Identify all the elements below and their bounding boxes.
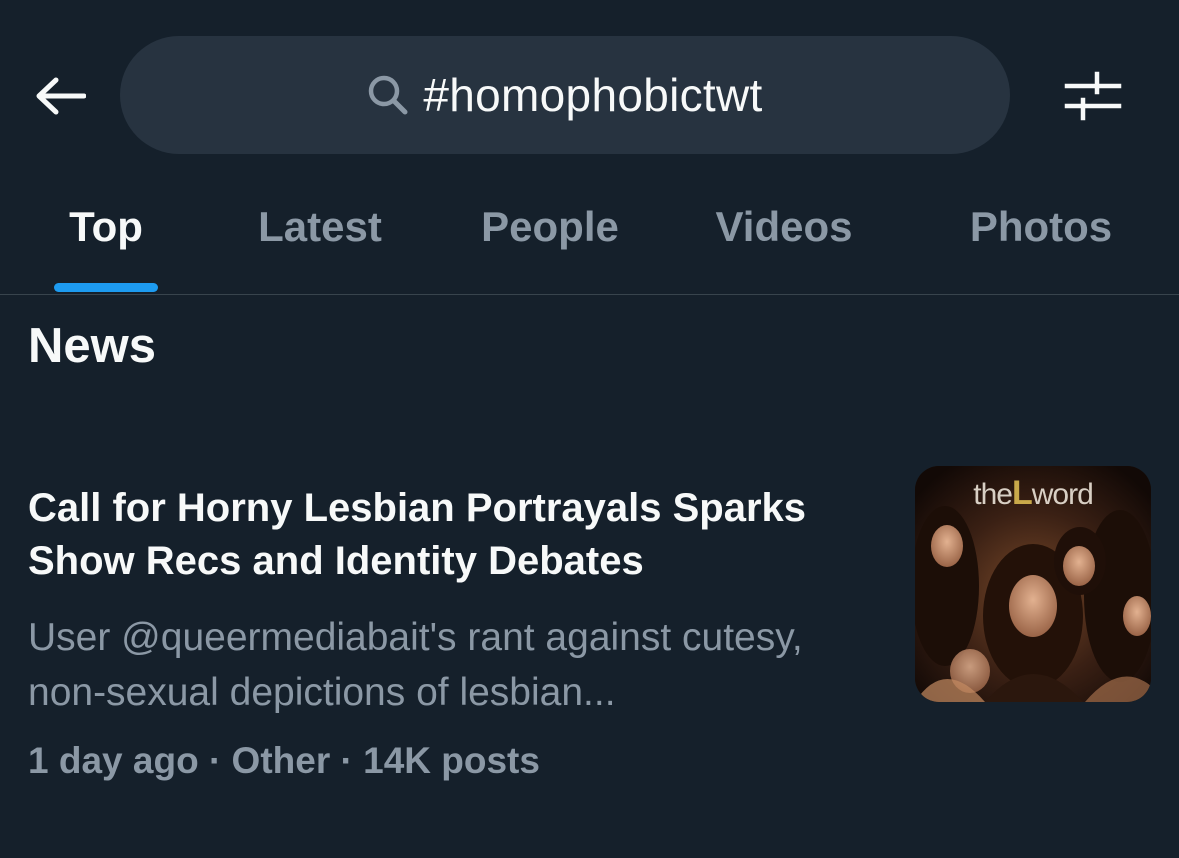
tab-label: Photos — [969, 203, 1113, 250]
tab-top[interactable]: Top — [54, 190, 158, 294]
arrow-left-icon — [36, 77, 86, 115]
search-icon — [369, 75, 408, 115]
sliders-icon — [1064, 71, 1122, 121]
search-filter-button[interactable] — [1060, 66, 1126, 126]
tab-people[interactable]: People — [460, 190, 640, 294]
back-button[interactable] — [30, 70, 90, 122]
news-meta: 1 day ago · Other · 14K posts — [28, 740, 540, 781]
search-tabs: Top Latest People Videos Photos — [0, 190, 1179, 295]
tab-label: Videos — [715, 203, 853, 250]
search-query-text: #homophobictwt — [423, 69, 763, 121]
thumbnail-title: theLword — [915, 474, 1151, 513]
news-headline: Call for Horny Lesbian Portrayals Sparks… — [28, 486, 807, 583]
thumbnail-caption-letter: L — [1011, 474, 1033, 512]
thumbnail-caption-pre: the — [973, 478, 1013, 511]
search-input[interactable]: #homophobictwt — [120, 36, 1010, 154]
active-tab-indicator — [54, 283, 158, 292]
tab-photos[interactable]: Photos — [950, 190, 1132, 294]
news-thumbnail: theLword — [915, 466, 1151, 702]
tab-label: People — [481, 203, 619, 250]
tab-label: Top — [69, 203, 143, 250]
search-results-screen: #homophobictwt Top Latest People Videos — [0, 0, 1179, 858]
news-item[interactable]: Call for Horny Lesbian Portrayals Sparks… — [0, 460, 1179, 800]
tab-videos[interactable]: Videos — [700, 190, 868, 294]
tab-label: Latest — [258, 203, 382, 250]
news-summary: User @queermediabait's rant against cute… — [28, 616, 803, 714]
thumbnail-caption-post: word — [1031, 478, 1094, 511]
tab-latest[interactable]: Latest — [240, 190, 400, 294]
news-section-title: News — [28, 319, 157, 373]
